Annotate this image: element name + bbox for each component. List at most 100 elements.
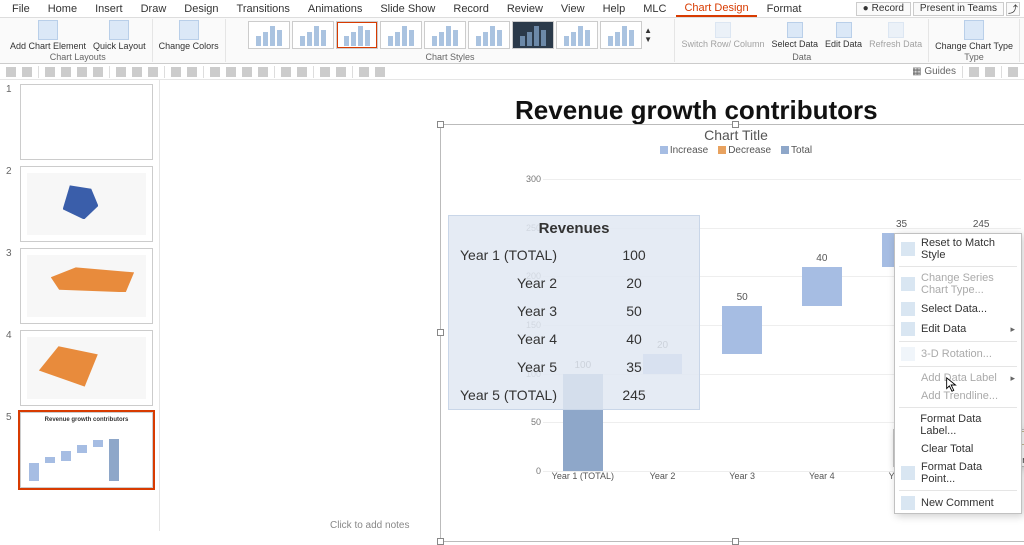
tab-draw[interactable]: Draw <box>133 2 175 16</box>
italic-icon[interactable] <box>93 67 103 77</box>
font-color-icon[interactable] <box>375 67 385 77</box>
color-icon[interactable] <box>359 67 369 77</box>
zoom-icon[interactable] <box>969 67 979 77</box>
notes-placeholder[interactable]: Click to add notes <box>330 520 410 531</box>
group-chart-styles: Chart Styles <box>426 52 475 62</box>
tab-transitions[interactable]: Transitions <box>229 2 298 16</box>
chart-bar[interactable] <box>722 306 762 355</box>
ctx-3d-rotation: 3-D Rotation... <box>895 344 1021 364</box>
chart-legend[interactable]: Increase Decrease Total <box>441 145 1024 156</box>
chart-object[interactable]: ＋ ✎ Chart Title Increase Decrease Total … <box>440 124 1024 542</box>
line-icon[interactable] <box>242 67 252 77</box>
tab-format[interactable]: Format <box>759 2 810 16</box>
page-title[interactable]: Revenue growth contributors <box>515 95 878 126</box>
slide-thumb-1[interactable]: 1 <box>6 84 153 160</box>
quick-layout-button[interactable]: Quick Layout <box>91 20 148 51</box>
fit-icon[interactable] <box>985 67 995 77</box>
table-row: Year 1 (TOTAL)100 <box>449 241 699 269</box>
text-icon[interactable] <box>61 67 71 77</box>
slide-thumb-4[interactable]: 4 <box>6 330 153 406</box>
slide-canvas[interactable]: Revenue growth contributors ＋ ✎ Chart Ti… <box>160 80 1024 531</box>
slide-thumb-2[interactable]: 2 <box>6 166 153 242</box>
group-type: Type <box>964 52 984 62</box>
ctx-add-trendline: Add Trendline... <box>895 387 1021 405</box>
tab-review[interactable]: Review <box>499 2 551 16</box>
align-center-icon[interactable] <box>132 67 142 77</box>
styles-more-icon[interactable]: ▼ <box>644 35 652 44</box>
shape-icon[interactable] <box>210 67 220 77</box>
chart-bar[interactable] <box>802 267 842 306</box>
tab-chart-design[interactable]: Chart Design <box>676 1 756 17</box>
chart-title[interactable]: Chart Title <box>441 127 1024 143</box>
ribbon: Add Chart Element Quick Layout Chart Lay… <box>0 18 1024 64</box>
data-label[interactable]: 35 <box>896 219 907 230</box>
align-right-icon[interactable] <box>148 67 158 77</box>
ctx-format-data-point[interactable]: Format Data Point... <box>895 458 1021 488</box>
chart-style-8[interactable] <box>556 21 598 49</box>
ctx-new-comment[interactable]: New Comment <box>895 493 1021 513</box>
data-label[interactable]: 40 <box>816 253 827 264</box>
present-in-teams-button[interactable]: Present in Teams <box>913 2 1004 16</box>
ctx-edit-data[interactable]: Edit Data▸ <box>895 319 1021 339</box>
change-chart-type-button[interactable]: Change Chart Type <box>933 20 1015 51</box>
bold-icon[interactable] <box>77 67 87 77</box>
ctx-clear-total[interactable]: Clear Total <box>895 440 1021 458</box>
chart-style-5[interactable] <box>424 21 466 49</box>
data-table-overlay[interactable]: Revenues Year 1 (TOTAL)100 Year 220 Year… <box>448 215 700 410</box>
table-row: Year 350 <box>449 297 699 325</box>
tab-file[interactable]: File <box>4 2 38 16</box>
chart-style-6[interactable] <box>468 21 510 49</box>
chart-style-4[interactable] <box>380 21 422 49</box>
tab-help[interactable]: Help <box>595 2 634 16</box>
ctx-add-data-label: Add Data Label▸ <box>895 369 1021 387</box>
table-row: Year 5 (TOTAL)245 <box>449 381 699 409</box>
tab-record[interactable]: Record <box>445 2 496 16</box>
fill-icon[interactable] <box>226 67 236 77</box>
share-icon[interactable]: ⤴ <box>1006 2 1020 16</box>
tab-insert[interactable]: Insert <box>87 2 131 16</box>
chart-style-2[interactable] <box>292 21 334 49</box>
arrow-icon[interactable] <box>258 67 268 77</box>
refresh-data-button: Refresh Data <box>867 22 924 49</box>
chart-style-1[interactable] <box>248 21 290 49</box>
chart-style-9[interactable] <box>600 21 642 49</box>
legend-decrease-swatch <box>718 146 726 154</box>
ctx-format-data-label[interactable]: Format Data Label... <box>895 410 1021 440</box>
tab-design[interactable]: Design <box>176 2 226 16</box>
slide-thumb-3[interactable]: 3 <box>6 248 153 324</box>
tab-mlc[interactable]: MLC <box>635 2 674 16</box>
group-icon[interactable] <box>297 67 307 77</box>
align-left-icon[interactable] <box>116 67 126 77</box>
redo-icon[interactable] <box>22 67 32 77</box>
data-label[interactable]: 50 <box>737 292 748 303</box>
help-icon[interactable] <box>1008 67 1018 77</box>
distribute-v-icon[interactable] <box>336 67 346 77</box>
chart-style-3[interactable] <box>336 21 378 49</box>
tab-view[interactable]: View <box>553 2 593 16</box>
edit-data-button[interactable]: Edit Data <box>823 22 864 49</box>
ctx-reset-style[interactable]: Reset to Match Style <box>895 234 1021 264</box>
new-slide-icon[interactable] <box>45 67 55 77</box>
arrange-icon[interactable] <box>281 67 291 77</box>
table-row: Year 535 <box>449 353 699 381</box>
tab-animations[interactable]: Animations <box>300 2 370 16</box>
add-chart-element-button[interactable]: Add Chart Element <box>8 20 88 51</box>
styles-more-icon[interactable]: ▲ <box>644 26 652 35</box>
outdent-icon[interactable] <box>187 67 197 77</box>
indent-icon[interactable] <box>171 67 181 77</box>
tab-home[interactable]: Home <box>40 2 85 16</box>
tab-slideshow[interactable]: Slide Show <box>372 2 443 16</box>
change-colors-button[interactable]: Change Colors <box>157 20 221 51</box>
data-label[interactable]: 245 <box>973 219 990 230</box>
distribute-h-icon[interactable] <box>320 67 330 77</box>
ctx-change-series-type: Change Series Chart Type... <box>895 269 1021 299</box>
select-data-button[interactable]: Select Data <box>770 22 821 49</box>
chart-style-7[interactable] <box>512 21 554 49</box>
switch-row-column-button: Switch Row/ Column <box>679 22 766 49</box>
guides-toggle[interactable]: ▦ Guides <box>912 66 956 77</box>
undo-icon[interactable] <box>6 67 16 77</box>
quick-access-toolbar: ▦ Guides <box>0 64 1024 80</box>
record-button[interactable]: ● Record <box>856 2 911 16</box>
ctx-select-data[interactable]: Select Data... <box>895 299 1021 319</box>
slide-thumb-5[interactable]: 5 Revenue growth contributors <box>6 412 153 488</box>
